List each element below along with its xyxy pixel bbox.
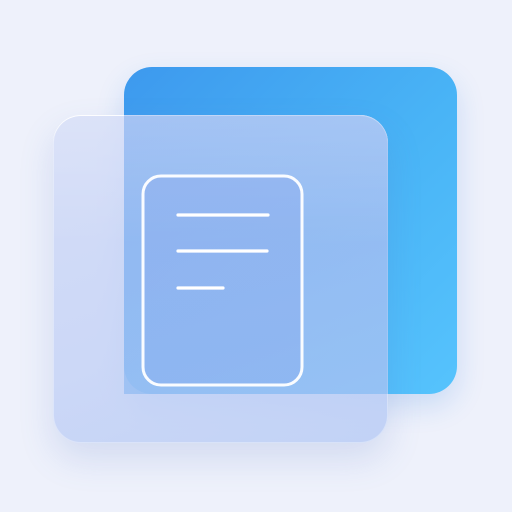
app-icon [0,0,512,512]
document-outline [141,174,304,387]
document-icon [141,174,304,387]
